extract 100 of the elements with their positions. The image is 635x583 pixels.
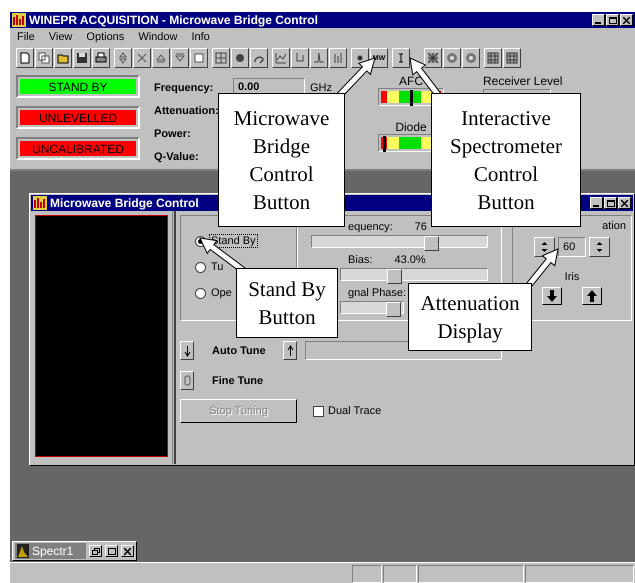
iris-up-button[interactable] [582,287,602,305]
toolbar-button[interactable] [250,48,268,68]
close-button[interactable] [620,14,633,26]
document-icon [19,52,31,64]
peak-icon [313,52,325,64]
menu-item[interactable]: Options [86,31,124,43]
blob-icon [234,52,246,64]
toolbar-button[interactable] [190,48,208,68]
maximize-icon [606,200,614,206]
slider-label: Bias: [348,254,372,266]
close-button[interactable] [121,545,134,557]
toolbar-button[interactable] [114,48,132,68]
bars-icon [332,52,344,64]
mesh-icon [487,52,499,64]
slider-track[interactable] [340,268,488,281]
minimized-window[interactable]: Spectr1 [12,541,137,561]
spectrum-icon [17,544,29,558]
minimized-title: Spectr1 [32,544,74,558]
toolbar-button[interactable] [92,48,110,68]
up-down-icon [540,241,549,253]
window-title: WINEPR ACQUISITION - Microwave Bridge Control [29,14,318,26]
tune-down-button[interactable] [180,341,194,360]
grid-icon [215,52,227,64]
ring-icon [446,52,458,64]
toolbar-button[interactable] [443,48,461,68]
toolbar-button[interactable] [424,48,442,68]
toolbar-button[interactable] [73,48,91,68]
slider-track[interactable] [340,301,404,314]
toolbar-button[interactable] [503,48,521,68]
readout-label: Q-Value: [154,150,200,162]
slider-thumb[interactable] [386,269,402,284]
radio-label: Ope [210,286,233,300]
close-button[interactable] [618,197,631,209]
fine-tune-button[interactable] [180,371,194,390]
toolbar-button[interactable] [54,48,72,68]
slider-thumb[interactable] [386,302,401,317]
toolbar-button[interactable] [310,48,328,68]
minimize-button[interactable] [592,14,605,26]
spin-button[interactable] [589,237,610,257]
minimize-button[interactable] [590,197,603,209]
iris-down-button[interactable] [542,287,562,305]
ring-icon [465,52,477,64]
up-arrow-icon [587,290,597,302]
toolbar-button[interactable] [133,48,151,68]
toolbar-button[interactable] [462,48,480,68]
chart-icon [275,52,287,64]
slider-track[interactable] [311,235,488,248]
radio-button[interactable] [195,262,206,272]
window-title: Microwave Bridge Control [50,197,199,209]
auto-tune-label: Auto Tune [212,344,267,356]
maximize-button[interactable] [604,197,617,209]
up-down-icon [595,241,604,253]
copy-icon [38,52,50,64]
radio-label: Tu [210,260,224,274]
attenuation-label: ation [602,220,626,234]
unit-label: GHz [310,82,332,94]
status-indicator: STAND BY [20,79,136,94]
status-indicator: UNCALIBRATED [20,141,136,156]
toolbar-button[interactable] [231,48,249,68]
menu-item[interactable]: Info [191,31,210,43]
callout: Microwave Bridge Control Button [218,93,345,227]
toolbar-button[interactable] [35,48,53,68]
callout: Interactive Spectrometer Control Button [431,93,581,227]
toolbar-button[interactable] [152,48,170,68]
readout-label: Power: [154,128,192,140]
toolbar-button[interactable] [392,48,410,68]
slider-thumb[interactable] [424,236,439,251]
dual-trace-checkbox[interactable]: Dual Trace [313,405,382,417]
toolbar-button[interactable] [291,48,309,68]
pattern-icon [427,52,439,64]
maximize-button[interactable] [105,545,118,557]
callout: Attenuation Display [408,283,532,351]
status-pane [352,565,382,583]
toolbar-button[interactable] [212,48,230,68]
menu-item[interactable]: File [17,31,35,43]
toolbar-button[interactable] [272,48,290,68]
slider-reading: 76 [414,221,427,233]
restore-icon [92,548,100,554]
readout-label: Frequency: [154,82,214,94]
maximize-button[interactable] [606,14,619,26]
menu-item[interactable]: View [48,31,72,43]
slider-label: equency: [348,221,393,233]
up-triangle-icon [155,52,167,64]
toolbar-button[interactable] [16,48,34,68]
attenuation-field[interactable]: 60 [558,237,586,257]
app-icon [12,13,26,27]
restore-button[interactable] [89,545,102,557]
fine-tune-label: Fine Tune [212,374,264,386]
tune-up-button[interactable] [283,341,297,360]
toolbar-button[interactable] [484,48,502,68]
close-icon [623,16,630,24]
menu-item[interactable]: Window [138,31,178,43]
toolbar-button[interactable] [171,48,189,68]
app-icon [33,196,47,210]
radio-button[interactable] [195,288,206,298]
printer-icon [95,52,107,64]
meter-label: AFC [399,74,423,88]
toolbar-button[interactable] [329,48,347,68]
slider-label: gnal Phase: [348,287,406,299]
up-down-icon [117,52,129,64]
